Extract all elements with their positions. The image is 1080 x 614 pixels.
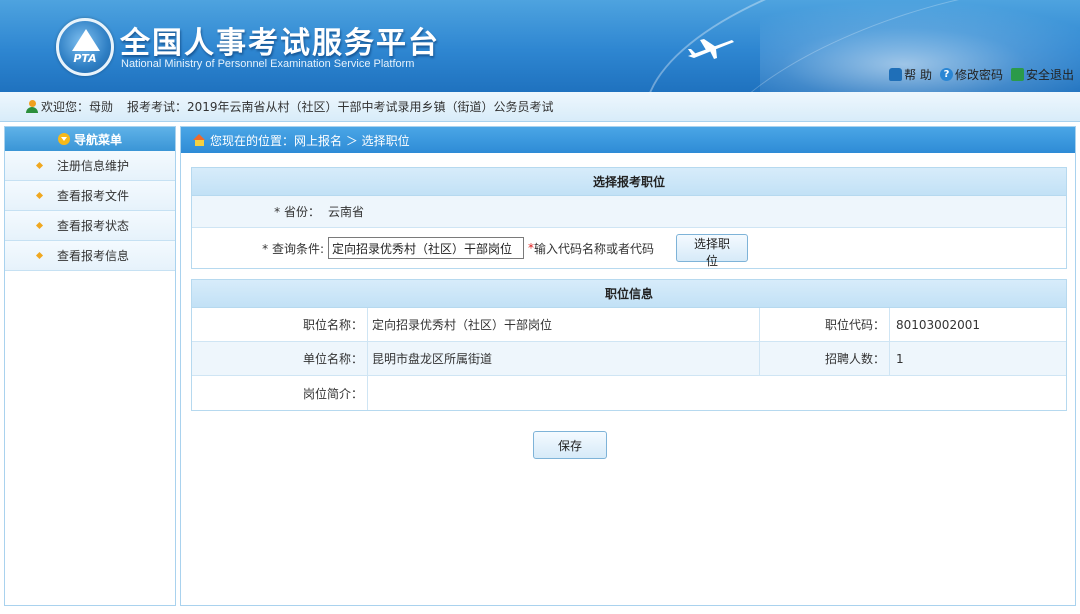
province-row: * 省份： 云南省 <box>192 196 1066 228</box>
query-label: * 查询条件: <box>262 241 324 256</box>
hire-count-label: 招聘人数： <box>760 342 890 375</box>
bullet-icon <box>35 191 44 200</box>
bullet-icon <box>35 161 44 170</box>
position-code-label: 职位代码： <box>760 308 890 341</box>
site-header: PTA 全国人事考试服务平台 National Ministry of Pers… <box>0 0 1080 92</box>
province-label: * 省份： <box>274 205 320 219</box>
sidebar-item-application-info[interactable]: 查看报考信息 <box>5 241 175 271</box>
panel-title: 职位信息 <box>192 280 1066 308</box>
info-row-name: 职位名称： 定向招录优秀村（社区）干部岗位 职位代码： 80103002001 <box>192 308 1066 342</box>
change-password-link[interactable]: ? 修改密码 <box>939 66 1003 83</box>
value-text: 1 <box>896 351 904 366</box>
unit-name-label: 单位名称： <box>192 342 368 375</box>
select-position-panel: 选择报考职位 * 省份： 云南省 * 查询条件: * 输入代码名称或者代码 选择… <box>191 167 1067 269</box>
lock-icon <box>889 68 903 81</box>
value-text: 80103002001 <box>896 317 980 332</box>
exit-icon <box>1010 68 1024 81</box>
hire-count-value: 1 <box>890 352 904 366</box>
sidebar-item-label: 查看报考状态 <box>57 219 130 233</box>
sidebar-item-exam-files[interactable]: 查看报考文件 <box>5 181 175 211</box>
main-content: 您现在的位置：网上报名 ＞ 选择职位 选择报考职位 * 省份： 云南省 * 查询… <box>180 126 1076 606</box>
save-button[interactable]: 保存 <box>533 431 607 459</box>
bullet-icon <box>35 221 44 230</box>
nav-menu-title: 导航菜单 <box>73 132 122 147</box>
sidebar: 导航菜单 注册信息维护 查看报考文件 查看报考状态 查看报考信息 <box>4 126 176 606</box>
nav-menu-header: 导航菜单 <box>5 127 175 151</box>
info-row-intro: 岗位简介： <box>192 376 1066 410</box>
site-subtitle: National Ministry of Personnel Examinati… <box>121 58 415 70</box>
help-icon: ? <box>939 68 953 81</box>
select-position-button[interactable]: 选择职位 <box>676 234 749 268</box>
bullet-icon <box>35 251 44 260</box>
sidebar-item-label: 查看报考信息 <box>57 249 130 263</box>
sidebar-item-label: 查看报考文件 <box>57 189 130 203</box>
logout-label: 安全退出 <box>1025 68 1074 82</box>
position-code-value: 80103002001 <box>890 318 980 332</box>
change-password-label: 修改密码 <box>954 68 1003 82</box>
value-text: 昆明市盘龙区所属街道 <box>372 352 493 366</box>
panel-title: 选择报考职位 <box>192 168 1066 196</box>
logout-link[interactable]: 安全退出 <box>1010 66 1074 83</box>
help-link[interactable]: 帮 助 <box>889 66 932 83</box>
site-title: 全国人事考试服务平台 <box>120 26 440 61</box>
sidebar-item-label: 注册信息维护 <box>57 159 130 173</box>
logo-text: PTA <box>73 52 97 65</box>
query-row: * 查询条件: * 输入代码名称或者代码 选择职位 <box>192 228 1066 268</box>
label-text: 职位代码： <box>824 318 885 332</box>
query-hint: 输入代码名称或者代码 <box>534 241 655 256</box>
value-text: 定向招录优秀村（社区）干部岗位 <box>372 318 553 332</box>
query-input[interactable] <box>328 237 524 259</box>
intro-label: 岗位简介： <box>192 376 368 410</box>
chevron-down-icon <box>57 133 70 145</box>
label-text: 招聘人数： <box>824 352 885 366</box>
province-value: 云南省 <box>328 205 365 219</box>
top-links: 帮 助 ? 修改密码 安全退出 <box>889 66 1074 83</box>
home-icon <box>193 134 206 146</box>
unit-name-value: 昆明市盘龙区所属街道 <box>368 342 760 375</box>
exam-name: 报考考试：2019年云南省从村（社区）干部中考试录用乡镇（街道）公务员考试 <box>127 100 554 114</box>
user-icon <box>26 100 38 113</box>
airplane-icon <box>688 39 734 59</box>
label-text: 单位名称： <box>302 352 363 366</box>
position-name-label: 职位名称： <box>192 308 368 341</box>
sidebar-item-registration-info[interactable]: 注册信息维护 <box>5 151 175 181</box>
position-info-panel: 职位信息 职位名称： 定向招录优秀村（社区）干部岗位 职位代码： 8010300… <box>191 279 1067 411</box>
info-row-unit: 单位名称： 昆明市盘龙区所属街道 招聘人数： 1 <box>192 342 1066 376</box>
welcome-greeting: 欢迎您：母勋 <box>41 100 114 114</box>
label-text: 岗位简介： <box>302 386 363 401</box>
label-text: 职位名称： <box>302 318 363 332</box>
breadcrumb-text: 您现在的位置：网上报名 ＞ 选择职位 <box>210 133 410 148</box>
sidebar-item-application-status[interactable]: 查看报考状态 <box>5 211 175 241</box>
help-label: 帮 助 <box>904 68 932 82</box>
welcome-bar: 欢迎您：母勋 报考考试：2019年云南省从村（社区）干部中考试录用乡镇（街道）公… <box>0 92 1080 122</box>
pta-logo-icon: PTA <box>56 18 114 76</box>
breadcrumb: 您现在的位置：网上报名 ＞ 选择职位 <box>181 127 1075 153</box>
position-name-value: 定向招录优秀村（社区）干部岗位 <box>368 308 760 341</box>
